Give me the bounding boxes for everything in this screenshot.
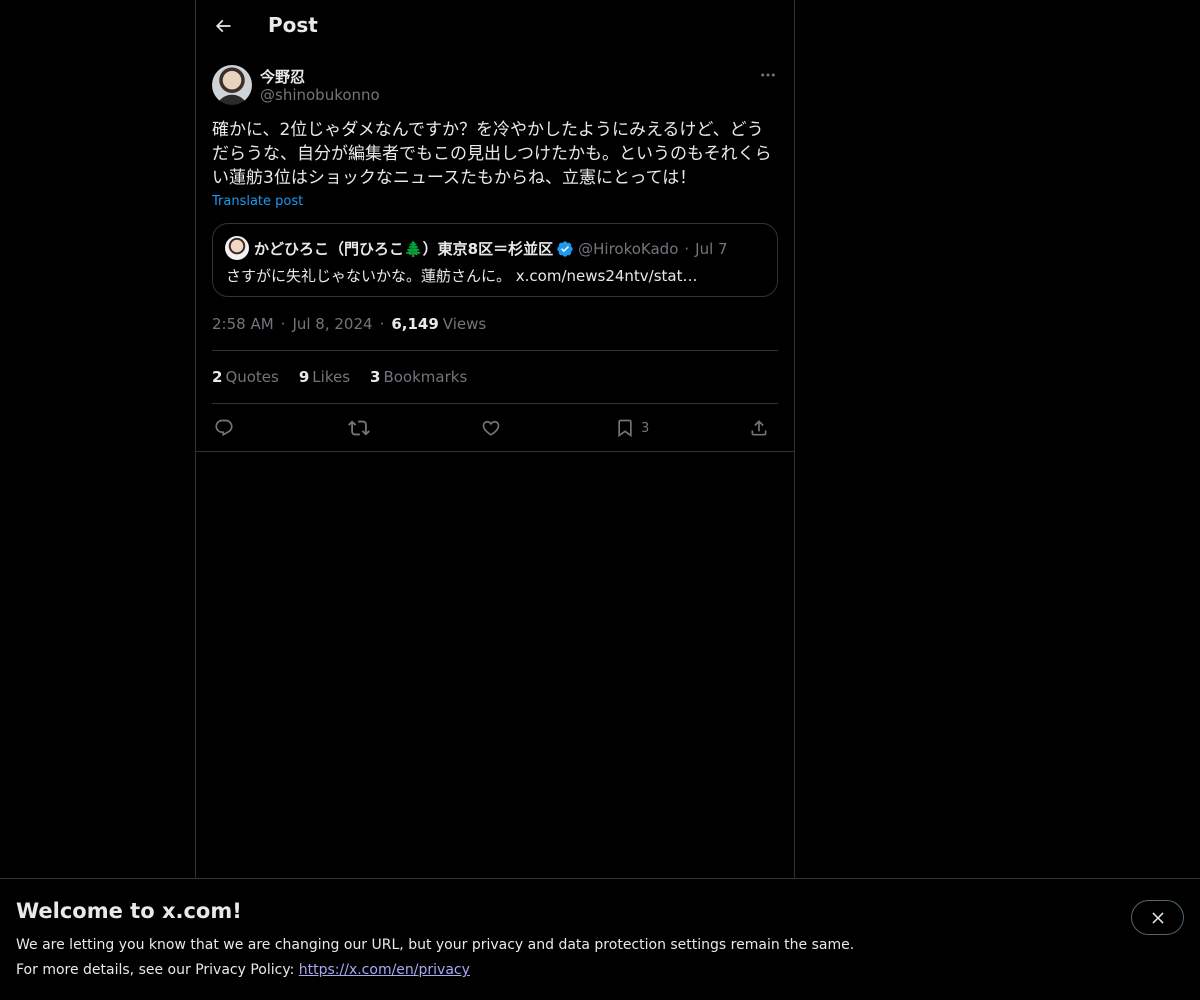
quoted-post-card[interactable]: かどひろこ（門ひろこ🌲）東京8区＝杉並区 @HirokoKado · Jul 7…: [212, 223, 778, 297]
stat-likes[interactable]: 9 Likes: [299, 368, 350, 386]
like-button[interactable]: [481, 416, 501, 440]
banner-message: We are letting you know that we are chan…: [16, 937, 855, 953]
views-count: 6,149: [391, 315, 439, 333]
share-button[interactable]: [749, 416, 769, 440]
author-avatar[interactable]: [212, 65, 252, 105]
verified-badge-icon: [556, 240, 574, 258]
welcome-banner: Welcome to x.com! We are letting you kno…: [0, 878, 1200, 1000]
more-horizontal-icon: [761, 73, 775, 77]
heart-icon: [482, 420, 500, 436]
post-date[interactable]: Jul 8, 2024: [292, 315, 372, 333]
post-actions: 3: [212, 404, 778, 451]
primary-column: Post 今野忍 @shinobukonno 確かに、2位じゃダメなんですか？を…: [195, 0, 795, 1000]
stat-count: 2: [212, 368, 223, 386]
page-title: Post: [268, 13, 318, 37]
quoted-post-date: Jul 7: [695, 239, 728, 258]
banner-title: Welcome to x.com!: [16, 899, 242, 923]
back-button[interactable]: [206, 9, 240, 43]
stat-label: Likes: [312, 368, 351, 386]
quoted-post-text: さすがに失礼じゃないかな。蓮舫さんに。 x.com/news24ntv/stat…: [226, 267, 698, 285]
page-header: Post: [196, 0, 794, 53]
repost-icon: [348, 420, 370, 436]
post-meta: 2:58 AM · Jul 8, 2024 · 6,149 Views: [212, 315, 486, 333]
stat-count: 9: [298, 368, 310, 386]
quoted-author-name: かどひろこ（門ひろこ🌲）東京8区＝杉並区: [254, 240, 554, 258]
reply-button[interactable]: [214, 416, 234, 440]
separator-dot: ·: [280, 315, 286, 333]
stat-bookmarks[interactable]: 3 Bookmarks: [370, 368, 467, 386]
post-text: 確かに、2位じゃダメなんですか？を冷やかしたようにみえるけど、どうだらうな、自分…: [212, 120, 772, 188]
author-handle[interactable]: @shinobukonno: [260, 86, 380, 104]
post-stats: 2 Quotes 9 Likes 3 Bookmarks: [212, 368, 487, 386]
post-time[interactable]: 2:58 AM: [212, 315, 274, 333]
stat-label: Bookmarks: [383, 368, 468, 386]
bookmark-count: 3: [641, 420, 650, 436]
banner-privacy-prefix: For more details, see our Privacy Policy…: [16, 962, 295, 978]
arrow-left-icon: [215, 19, 231, 33]
translate-post-link[interactable]: Translate post: [212, 194, 303, 209]
separator-dot: ·: [684, 239, 690, 258]
privacy-policy-link[interactable]: https://x.com/en/privacy: [299, 962, 470, 978]
separator-dot: ·: [379, 315, 385, 333]
share-icon: [751, 420, 767, 436]
divider: [196, 451, 794, 452]
divider: [212, 350, 778, 351]
close-icon: [1151, 911, 1164, 924]
stat-label: Quotes: [225, 368, 279, 386]
close-banner-button[interactable]: [1131, 900, 1184, 935]
quoted-author-avatar: [225, 236, 249, 260]
more-options-button[interactable]: [756, 64, 780, 86]
views-label: Views: [442, 315, 487, 333]
stat-count: 3: [370, 368, 381, 386]
bookmark-icon: [618, 419, 632, 438]
reply-icon: [215, 419, 233, 437]
repost-button[interactable]: [348, 416, 370, 440]
banner-privacy-note: For more details, see our Privacy Policy…: [16, 962, 470, 978]
quoted-author-handle: @HirokoKado: [578, 239, 679, 258]
author-name[interactable]: 今野忍: [260, 66, 305, 87]
stat-quotes[interactable]: 2 Quotes: [212, 368, 279, 386]
bookmark-button[interactable]: 3: [615, 416, 649, 440]
quoted-post-header: かどひろこ（門ひろこ🌲）東京8区＝杉並区 @HirokoKado · Jul 7: [254, 238, 728, 259]
